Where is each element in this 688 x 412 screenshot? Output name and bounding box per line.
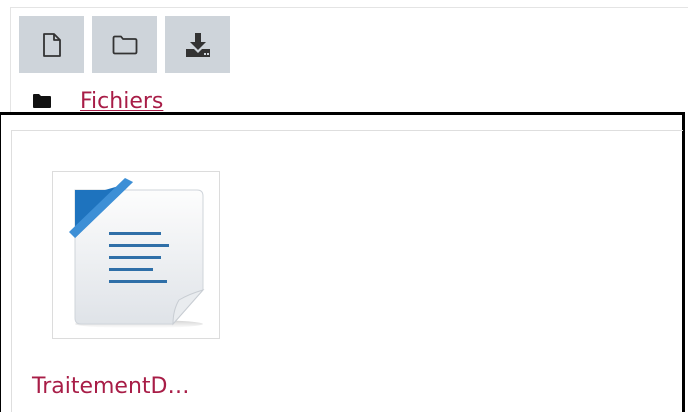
- panel-border-top: [10, 7, 688, 8]
- file-icon: [42, 32, 62, 57]
- file-name-link[interactable]: TraitementD…: [32, 374, 189, 399]
- file-thumbnail[interactable]: [52, 171, 220, 339]
- file-picker: Fichiers ): [0, 0, 688, 412]
- download-icon: [184, 32, 212, 58]
- download-button[interactable]: [165, 16, 230, 73]
- clipped-text-fragment: ): [0, 246, 2, 270]
- breadcrumb-root-link[interactable]: Fichiers: [80, 89, 163, 114]
- file-area-divider: [11, 130, 683, 131]
- folder-icon: [32, 92, 52, 110]
- new-folder-button[interactable]: [92, 16, 157, 73]
- new-file-button[interactable]: [19, 16, 84, 73]
- folder-icon: [112, 35, 138, 55]
- file-area-border-left: [11, 130, 12, 412]
